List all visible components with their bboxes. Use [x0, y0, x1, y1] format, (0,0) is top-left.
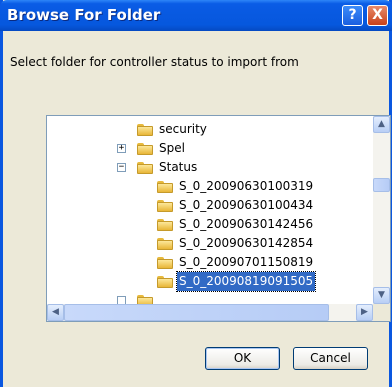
expand-icon[interactable]: + — [117, 144, 126, 153]
ok-button[interactable]: OK — [205, 347, 280, 370]
scroll-down-button[interactable]: ▼ — [373, 287, 390, 304]
vertical-scrollbar[interactable]: ▲ ▼ — [373, 116, 390, 304]
scrollbar-corner — [373, 304, 390, 321]
arrow-up-icon: ▲ — [378, 119, 385, 129]
cancel-button[interactable]: Cancel — [293, 347, 368, 370]
tree-item-label: S_0_20090630142854 — [179, 236, 314, 250]
scroll-left-button[interactable]: ◀ — [47, 304, 64, 321]
horizontal-scrollbar[interactable]: ◀ ▶ — [47, 304, 373, 321]
folder-icon — [157, 200, 173, 212]
arrow-down-icon: ▼ — [378, 290, 385, 300]
close-icon: X — [372, 7, 383, 23]
tree-item-label: Spel — [159, 141, 185, 155]
scroll-right-button[interactable]: ▶ — [356, 304, 373, 321]
title-bar[interactable]: Browse For Folder ? X — [0, 0, 392, 31]
folder-tree[interactable]: security + Spel − Status S_0_20090630100… — [46, 115, 391, 322]
collapse-icon[interactable]: − — [117, 163, 126, 172]
folder-open-icon — [157, 276, 173, 288]
close-button[interactable]: X — [367, 5, 388, 26]
tree-item-label: Status — [159, 160, 198, 174]
window-title: Browse For Folder — [7, 6, 161, 24]
folder-icon — [157, 219, 173, 231]
folder-icon — [157, 238, 173, 250]
horizontal-scroll-thumb[interactable] — [64, 304, 329, 321]
folder-icon — [137, 124, 153, 136]
folder-icon — [157, 181, 173, 193]
browse-for-folder-dialog: Browse For Folder ? X Select folder for … — [0, 0, 392, 387]
tree-item-label: S_0_20090630100319 — [179, 179, 314, 193]
vertical-scroll-thumb[interactable] — [373, 178, 390, 192]
folder-icon — [157, 257, 173, 269]
folder-icon — [137, 143, 153, 155]
tree-item-label: S_0_20090819091505 — [175, 271, 317, 292]
arrow-right-icon: ▶ — [361, 307, 368, 317]
folder-icon — [137, 162, 153, 174]
tree-item-label: S_0_20090701150819 — [179, 255, 314, 269]
prompt-text: Select folder for controller status to i… — [10, 55, 299, 69]
tree-item-label: S_0_20090630142456 — [179, 217, 314, 231]
arrow-left-icon: ◀ — [52, 307, 59, 317]
help-icon: ? — [348, 7, 357, 23]
help-button[interactable]: ? — [342, 5, 363, 26]
tree-item-label: security — [159, 122, 207, 136]
tree-item-label: S_0_20090630100434 — [179, 198, 314, 212]
scroll-up-button[interactable]: ▲ — [373, 116, 390, 133]
